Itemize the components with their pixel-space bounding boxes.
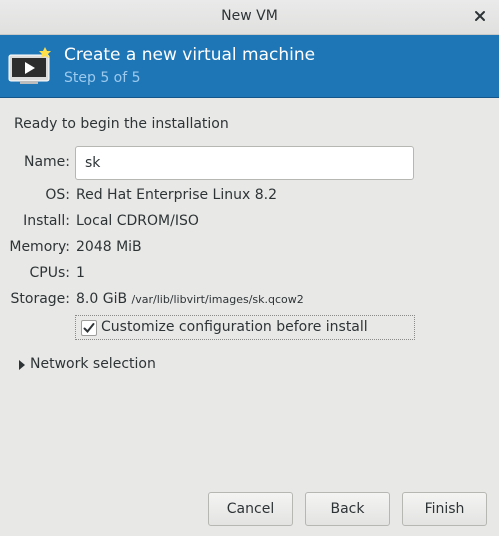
storage-label: Storage:	[10, 291, 71, 307]
network-selection-label: Network selection	[30, 356, 156, 372]
vm-monitor-icon	[8, 47, 51, 84]
os-value: Red Hat Enterprise Linux 8.2	[76, 187, 277, 203]
customize-config-checkbox[interactable]: Customize configuration before install	[75, 315, 415, 340]
memory-value: 2048 MiB	[76, 239, 142, 255]
title-bar: New VM	[0, 0, 499, 35]
wizard-banner: Create a new virtual machine Step 5 of 5	[0, 35, 499, 98]
wizard-step-indicator: Step 5 of 5	[64, 70, 141, 86]
vm-name-input[interactable]	[75, 146, 414, 180]
window-title: New VM	[221, 8, 278, 24]
cancel-button[interactable]: Cancel	[208, 492, 293, 526]
memory-label: Memory:	[9, 239, 70, 255]
checkbox-box[interactable]	[81, 320, 97, 336]
cpus-label: CPUs:	[29, 265, 70, 281]
storage-size: 8.0 GiB	[76, 291, 128, 307]
wizard-heading: Create a new virtual machine	[64, 45, 316, 65]
name-label: Name:	[23, 154, 70, 170]
expander-arrow-icon	[19, 360, 25, 370]
ready-message: Ready to begin the installation	[14, 116, 229, 132]
customize-config-label: Customize configuration before install	[101, 319, 368, 335]
install-label: Install:	[23, 213, 70, 229]
install-value: Local CDROM/ISO	[76, 213, 199, 229]
os-label: OS:	[45, 187, 70, 203]
cpus-value: 1	[76, 265, 85, 281]
back-button[interactable]: Back	[305, 492, 390, 526]
finish-button[interactable]: Finish	[402, 492, 487, 526]
close-icon[interactable]	[473, 9, 487, 23]
summary-panel: Ready to begin the installation Name: OS…	[0, 99, 499, 536]
storage-path: /var/lib/libvirt/images/sk.qcow2	[131, 293, 304, 306]
checkmark-icon	[83, 323, 95, 333]
storage-value-group: 8.0 GiB /var/lib/libvirt/images/sk.qcow2	[76, 291, 304, 307]
